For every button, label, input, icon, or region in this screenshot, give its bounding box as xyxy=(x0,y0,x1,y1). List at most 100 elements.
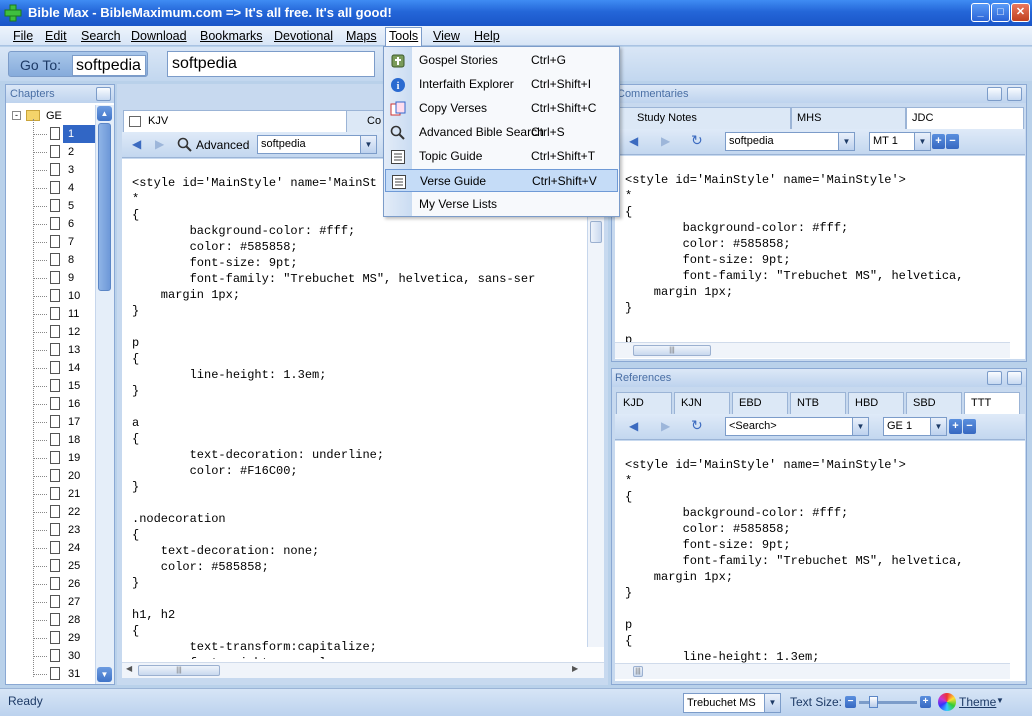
chapter-item[interactable]: 18 xyxy=(6,431,96,449)
menu-item-my-verse-lists[interactable]: My Verse Lists xyxy=(385,193,618,216)
text-search-combo[interactable]: softpedia ▼ xyxy=(257,135,377,154)
tab-hbd[interactable]: HBD xyxy=(848,392,904,414)
back-icon[interactable]: ◀ xyxy=(132,137,141,151)
chevron-down-icon[interactable]: ▼ xyxy=(764,694,780,712)
maximize-button[interactable]: □ xyxy=(991,3,1010,22)
chapter-item[interactable]: 9 xyxy=(6,269,96,287)
chapter-item[interactable]: 20 xyxy=(6,467,96,485)
menu-item-verse-guide[interactable]: Verse Guide Ctrl+Shift+V xyxy=(385,169,618,192)
chapter-item[interactable]: 29 xyxy=(6,629,96,647)
scroll-down-icon[interactable]: ▼ xyxy=(97,667,112,682)
chapter-item[interactable]: 1 xyxy=(6,125,97,143)
menu-item-advanced-bible-search[interactable]: Advanced Bible Search Ctrl+S xyxy=(385,121,618,144)
tab-commentary[interactable]: Co xyxy=(346,110,386,132)
chapter-item[interactable]: 21 xyxy=(6,485,96,503)
tab-jdc[interactable]: JDC xyxy=(906,107,1024,129)
chapter-item[interactable]: 8 xyxy=(6,251,96,269)
tab-kjd[interactable]: KJD xyxy=(616,392,672,414)
pin-icon[interactable] xyxy=(96,87,111,101)
commentary-ref-combo[interactable]: MT 1 ▼ xyxy=(869,132,931,151)
commentary-hscroll-thumb[interactable]: ||| xyxy=(633,345,711,356)
chapter-item[interactable]: 30 xyxy=(6,647,96,665)
text-vscroll[interactable] xyxy=(587,159,604,647)
chevron-down-icon[interactable]: ▼ xyxy=(360,136,376,153)
slider-thumb[interactable] xyxy=(869,696,878,708)
search-input[interactable]: softpedia xyxy=(167,51,375,77)
chevron-down-icon[interactable]: ▼ xyxy=(852,418,868,435)
refresh-icon[interactable]: ↻ xyxy=(691,132,703,149)
increase-size-icon[interactable]: + xyxy=(920,696,931,708)
text-hscroll-thumb[interactable]: ||| xyxy=(138,665,220,676)
chapter-item[interactable]: 27 xyxy=(6,593,96,611)
chapter-item[interactable]: 2 xyxy=(6,143,96,161)
chapter-item[interactable]: 5 xyxy=(6,197,96,215)
tab-kjv[interactable]: KJV xyxy=(123,110,348,132)
chevron-down-icon[interactable]: ▼ xyxy=(838,133,854,150)
text-vscroll-thumb[interactable] xyxy=(590,221,602,243)
chevron-down-icon[interactable]: ▼ xyxy=(914,133,930,150)
menu-maps[interactable]: Maps xyxy=(343,28,380,45)
tab-kjn[interactable]: KJN xyxy=(674,392,730,414)
minimize-button[interactable]: _ xyxy=(971,3,990,22)
chapter-item[interactable]: 7 xyxy=(6,233,96,251)
text-size-slider[interactable]: − + xyxy=(845,696,931,709)
scroll-thumb[interactable] xyxy=(98,123,111,291)
menu-download[interactable]: Download xyxy=(128,28,190,45)
minus-icon[interactable]: − xyxy=(946,134,959,149)
menu-file[interactable]: File xyxy=(10,28,36,45)
menu-devotional[interactable]: Devotional xyxy=(271,28,336,45)
advanced-label[interactable]: Advanced xyxy=(196,138,249,152)
tab-ttt[interactable]: TTT xyxy=(964,392,1020,414)
restore-icon[interactable] xyxy=(987,371,1002,385)
scroll-up-icon[interactable]: ▲ xyxy=(97,106,112,121)
pin-icon[interactable] xyxy=(1007,87,1022,101)
collapse-icon[interactable]: - xyxy=(12,111,21,120)
chapter-item[interactable]: 25 xyxy=(6,557,96,575)
menu-item-copy-verses[interactable]: Copy Verses Ctrl+Shift+C xyxy=(385,97,618,120)
chapter-item[interactable]: 19 xyxy=(6,449,96,467)
text-hscroll[interactable]: ◀ ||| ▶ xyxy=(122,662,604,678)
chapter-item[interactable]: 6 xyxy=(6,215,96,233)
chevron-down-icon[interactable]: ▼ xyxy=(930,418,946,435)
menu-item-gospel-stories[interactable]: Gospel Stories Ctrl+G xyxy=(385,49,618,72)
plus-icon[interactable]: + xyxy=(949,419,962,434)
chapter-item[interactable]: 14 xyxy=(6,359,96,377)
menu-view[interactable]: View xyxy=(430,28,463,45)
chapter-item[interactable]: 22 xyxy=(6,503,96,521)
chapter-item[interactable]: 17 xyxy=(6,413,96,431)
chapter-item[interactable]: 23 xyxy=(6,521,96,539)
menu-item-interfaith-explorer[interactable]: i Interfaith Explorer Ctrl+Shift+I xyxy=(385,73,618,96)
menu-help[interactable]: Help xyxy=(471,28,503,45)
refresh-icon[interactable]: ↻ xyxy=(691,417,703,434)
commentary-hscroll[interactable]: ||| xyxy=(615,342,1010,358)
chapters-scrollbar[interactable]: ▲ ▼ xyxy=(95,105,114,684)
menu-tools[interactable]: Tools xyxy=(385,27,423,46)
plus-icon[interactable]: + xyxy=(932,134,945,149)
chapter-item[interactable]: 10 xyxy=(6,287,96,305)
tab-study-notes[interactable]: Study Notes xyxy=(616,107,791,129)
chapter-item[interactable]: 11 xyxy=(6,305,96,323)
scroll-right-icon[interactable]: ▶ xyxy=(572,664,578,673)
back-icon[interactable]: ◀ xyxy=(629,134,638,148)
close-button[interactable]: ✕ xyxy=(1011,3,1030,22)
scroll-left-icon[interactable]: ◀ xyxy=(126,664,132,673)
pin-icon[interactable] xyxy=(1007,371,1022,385)
forward-icon[interactable]: ▶ xyxy=(155,137,164,151)
menu-item-topic-guide[interactable]: Topic Guide Ctrl+Shift+T xyxy=(385,145,618,168)
minus-icon[interactable]: − xyxy=(963,419,976,434)
tab-ebd[interactable]: EBD xyxy=(732,392,788,414)
restore-icon[interactable] xyxy=(987,87,1002,101)
tree-book-ge[interactable]: - GE xyxy=(12,107,101,125)
chapter-item[interactable]: 12 xyxy=(6,323,96,341)
menu-edit[interactable]: Edit xyxy=(42,28,70,45)
forward-icon[interactable]: ▶ xyxy=(661,134,670,148)
chapter-item[interactable]: 28 xyxy=(6,611,96,629)
chapter-item[interactable]: 26 xyxy=(6,575,96,593)
goto-input[interactable]: softpedia xyxy=(72,55,146,76)
menu-bookmarks[interactable]: Bookmarks xyxy=(197,28,266,45)
chapter-item[interactable]: 24 xyxy=(6,539,96,557)
chapter-item[interactable]: 15 xyxy=(6,377,96,395)
reference-hscroll-thumb[interactable]: ||| xyxy=(633,666,643,677)
chapter-item[interactable]: 16 xyxy=(6,395,96,413)
tab-sbd[interactable]: SBD xyxy=(906,392,962,414)
